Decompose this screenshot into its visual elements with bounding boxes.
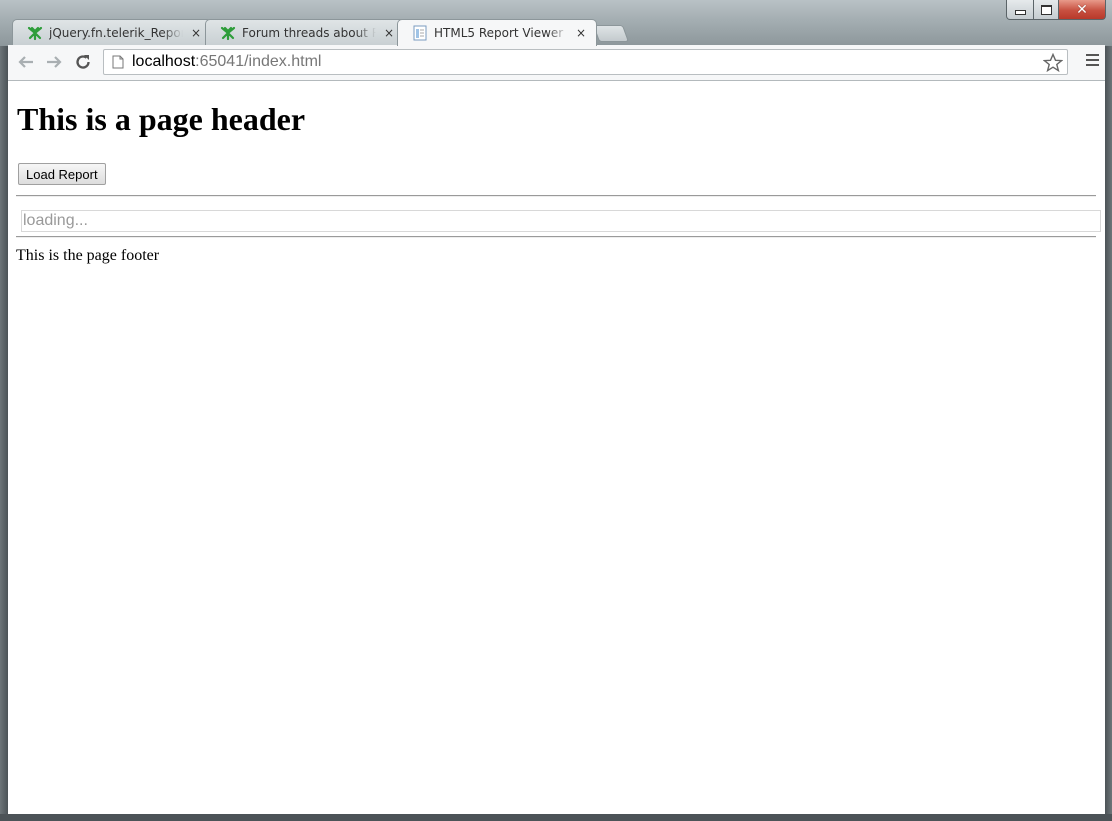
tab-html5-report-viewer[interactable]: HTML5 Report Viewer × [397,19,597,46]
menu-icon[interactable] [1086,54,1099,69]
window-controls: ✕ [1006,0,1106,20]
reload-icon [76,55,90,69]
tab-title: HTML5 Report Viewer [434,26,564,40]
page-content: This is a page header Load Report loadin… [8,81,1105,814]
tab-close-icon[interactable]: × [189,26,203,40]
new-tab-button[interactable] [592,25,630,42]
arrow-right-icon [47,56,62,68]
browser-window: ✕ jQuery.fn.telerik_ReportViewer × Forum… [0,0,1112,821]
telerik-icon [27,25,43,41]
bookmark-star-icon[interactable] [1043,53,1063,73]
report-viewer: loading... [21,210,1101,232]
tab-title: jQuery.fn.telerik_ReportViewer [49,25,183,40]
window-frame-left [0,46,8,821]
page-footer: This is the page footer [16,247,160,264]
close-icon: ✕ [1076,1,1088,18]
window-frame-bottom [0,814,1112,821]
reload-button[interactable] [71,51,95,73]
arrow-left-icon [18,56,33,68]
url-host: localhost [132,53,196,70]
tab-close-icon[interactable]: × [574,26,588,40]
divider [16,195,1096,197]
load-report-button[interactable]: Load Report [18,163,106,185]
browser-toolbar: localhost:65041/index.html [8,45,1105,81]
page-header: This is a page header [17,101,306,137]
tab-title: Forum threads about Reporting [242,25,376,40]
tab-jquery-reportviewer[interactable]: jQuery.fn.telerik_ReportViewer × [12,19,212,45]
maximize-icon [1040,4,1052,15]
forward-button[interactable] [42,51,66,73]
divider [16,236,1096,238]
tab-close-icon[interactable]: × [382,26,396,40]
address-bar[interactable]: localhost:65041/index.html [103,49,1068,75]
back-button[interactable] [14,51,38,73]
close-window-button[interactable]: ✕ [1059,0,1106,20]
telerik-icon [220,25,236,41]
loading-status: loading... [23,212,88,229]
window-frame-right [1105,46,1112,821]
tab-strip: jQuery.fn.telerik_ReportViewer × Forum t… [8,19,968,46]
maximize-button[interactable] [1034,0,1059,20]
minimize-icon [1014,10,1026,15]
tab-forum-threads[interactable]: Forum threads about Reporting × [205,19,405,45]
url-path: :65041/index.html [195,53,322,70]
page-icon [412,25,428,41]
document-icon [112,55,124,69]
minimize-button[interactable] [1006,0,1034,20]
